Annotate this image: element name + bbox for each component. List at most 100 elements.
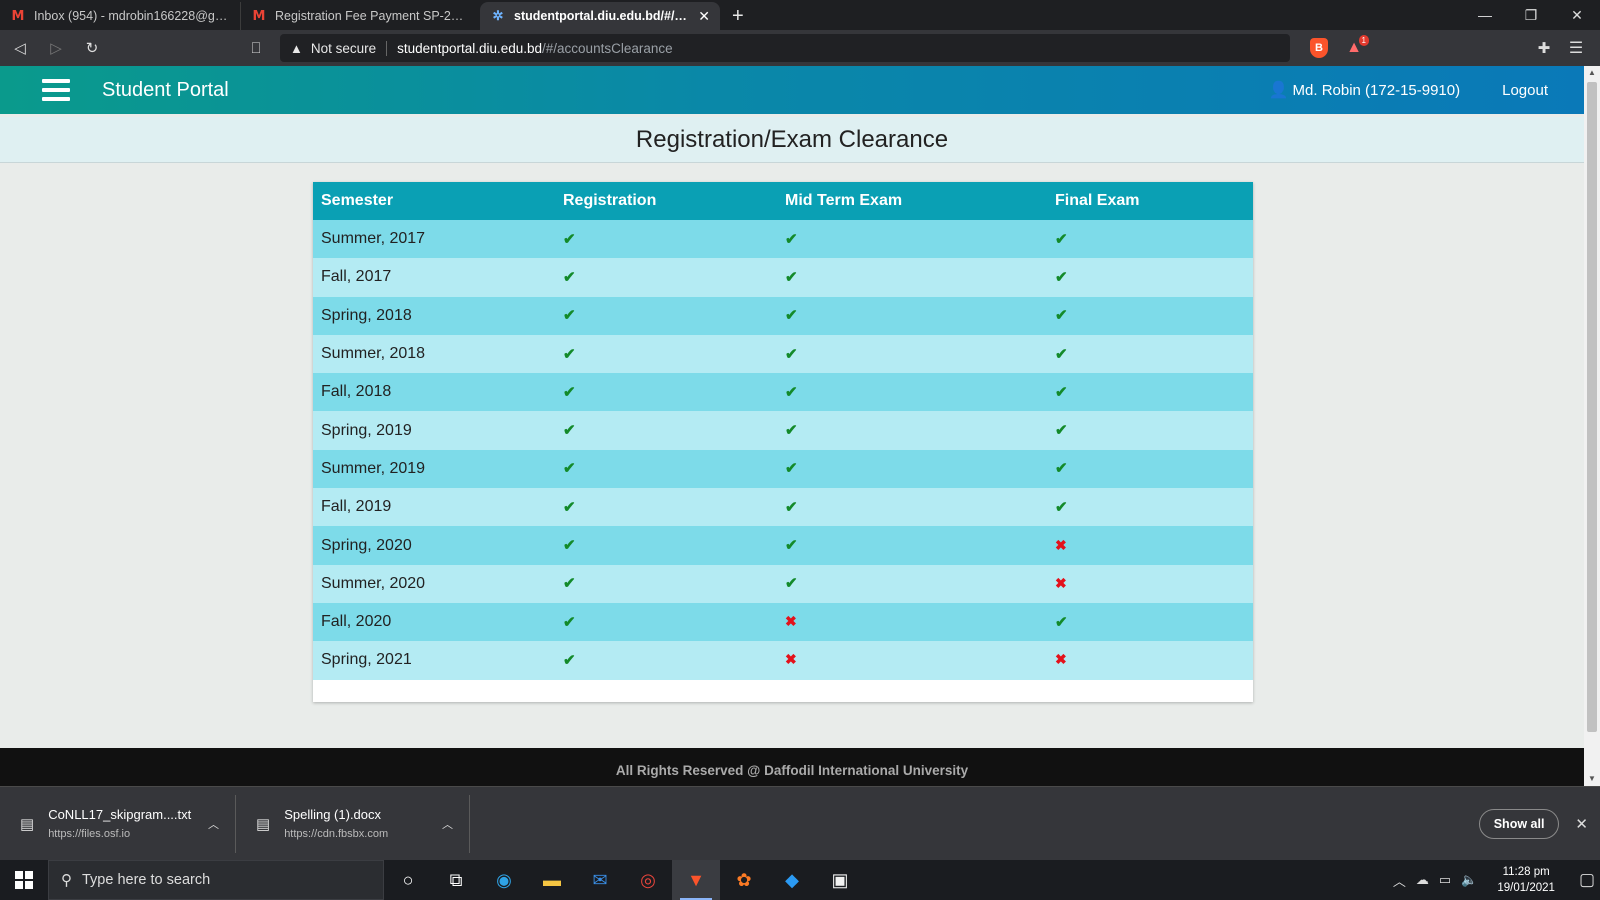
user-name: Md. Robin (172-15-9910) [1292, 81, 1461, 99]
semester-cell: Spring, 2021 [313, 641, 555, 680]
check-icon: ✔ [785, 307, 798, 325]
logout-link[interactable]: Logout [1502, 82, 1548, 99]
mail-icon[interactable]: ✉ [576, 860, 624, 900]
table-row: Spring, 2020 ✔ ✔ ✖ [313, 526, 1253, 565]
network-icon[interactable]: ▭ [1439, 872, 1451, 888]
chrome-icon[interactable]: ◎ [624, 860, 672, 900]
registration-status-cell: ✔ [555, 488, 777, 527]
notifications-icon[interactable]: ▢ [1579, 870, 1595, 890]
table-row: Summer, 2017 ✔ ✔ ✔ [313, 220, 1253, 259]
semester-cell: Fall, 2020 [313, 602, 555, 642]
browser-menu-icon[interactable]: ☰ [1560, 38, 1592, 58]
check-icon: ✔ [1055, 230, 1068, 248]
tab-title: Registration Fee Payment SP-2021 - rc [275, 9, 470, 23]
registration-status-cell: ✔ [555, 296, 777, 335]
cross-icon: ✖ [1055, 536, 1067, 553]
download-filename: Spelling (1).docx [284, 807, 382, 822]
chevron-up-icon[interactable]: ︿ [1393, 871, 1406, 890]
cortana-icon[interactable]: ○ [384, 860, 432, 900]
taskbar-search-box[interactable]: ⚲ Type here to search [48, 860, 384, 900]
new-tab-button[interactable]: + [732, 6, 744, 26]
not-secure-label[interactable]: Not secure [311, 40, 388, 56]
check-icon: ✔ [563, 345, 576, 363]
file-explorer-icon[interactable]: ▬ [528, 860, 576, 900]
final-status-cell: ✔ [1047, 449, 1253, 489]
table-row: Spring, 2019 ✔ ✔ ✔ [313, 411, 1253, 450]
chevron-up-icon[interactable]: ︿ [442, 816, 453, 832]
task-view-icon[interactable]: ⧉ [432, 860, 480, 900]
final-status-cell: ✔ [1047, 296, 1253, 335]
registration-status-cell: ✔ [555, 602, 777, 642]
address-bar[interactable]: ▲ Not secure studentportal.diu.edu.bd/#/… [280, 34, 1290, 62]
download-item[interactable]: ▤ Spelling (1).docx https://cdn.fbsbx.co… [236, 794, 470, 853]
windows-start-icon[interactable] [0, 860, 48, 900]
cross-icon: ✖ [785, 613, 797, 630]
brave-rewards-icon[interactable]: ▲ 1 [1344, 35, 1369, 58]
midterm-status-cell: ✖ [777, 602, 1047, 642]
registration-status-cell: ✔ [555, 373, 777, 412]
check-icon: ✔ [1055, 345, 1068, 363]
final-status-cell: ✖ [1047, 526, 1253, 565]
registration-status-cell: ✔ [555, 334, 777, 374]
user-menu[interactable]: 👤 Md. Robin (172-15-9910) [1269, 80, 1461, 100]
semester-cell: Summer, 2019 [313, 449, 555, 489]
forward-icon[interactable]: ▷ [40, 32, 72, 64]
download-bar: ▤ CoNLL17_skipgram....txt https://files.… [0, 786, 1600, 860]
semester-cell: Fall, 2018 [313, 373, 555, 412]
cross-icon: ✖ [785, 651, 797, 668]
page-title-bar: Registration/Exam Clearance [0, 117, 1584, 163]
table-row: Spring, 2018 ✔ ✔ ✔ [313, 296, 1253, 335]
xampp-icon[interactable]: ✿ [720, 860, 768, 900]
show-all-button[interactable]: Show all [1478, 808, 1560, 839]
volume-icon[interactable]: 🔈 [1461, 872, 1477, 888]
tab-gmail-registration-fee[interactable]: M Registration Fee Payment SP-2021 - rc [240, 2, 480, 30]
vscode-icon[interactable]: ◆ [768, 860, 816, 900]
close-download-bar-icon[interactable]: ✕ [1575, 815, 1588, 833]
scroll-down-icon[interactable]: ▼ [1584, 772, 1600, 786]
table-row: Fall, 2018 ✔ ✔ ✔ [313, 373, 1253, 412]
registration-status-cell: ✔ [555, 564, 777, 603]
download-source: https://cdn.fbsbx.com [284, 828, 389, 840]
scrollbar-thumb[interactable] [1587, 82, 1597, 732]
close-window-icon[interactable]: ✕ [1554, 0, 1600, 30]
restore-icon[interactable]: ❐ [1508, 0, 1554, 30]
check-icon: ✔ [785, 230, 798, 248]
download-item[interactable]: ▤ CoNLL17_skipgram....txt https://files.… [0, 794, 236, 853]
check-icon: ✔ [785, 498, 798, 516]
window-controls: — ❐ ✕ [1462, 0, 1600, 30]
edge-icon[interactable]: ◉ [480, 860, 528, 900]
hamburger-menu-icon[interactable] [42, 79, 70, 101]
table-body: Summer, 2017 ✔ ✔ ✔ Fall, 2017 ✔ ✔ ✔ Spring, 2018… [313, 220, 1253, 680]
search-icon: ⚲ [61, 872, 72, 889]
table-row: Fall, 2017 ✔ ✔ ✔ [313, 258, 1253, 297]
brave-shields-icon[interactable]: B [1310, 38, 1328, 58]
scroll-up-icon[interactable]: ▲ [1584, 66, 1600, 80]
check-icon: ✔ [563, 613, 576, 631]
clock[interactable]: 11:28 pm 19/01/2021 [1492, 864, 1560, 896]
minimize-icon[interactable]: — [1462, 0, 1508, 30]
semester-cell: Fall, 2017 [313, 258, 555, 297]
clearance-card: Semester Registration Mid Term Exam Fina… [313, 182, 1253, 702]
midterm-status-cell: ✖ [777, 641, 1047, 680]
extensions-icon[interactable]: ✚ [1528, 39, 1560, 57]
store-icon[interactable]: ▣ [816, 860, 864, 900]
back-icon[interactable]: ◁ [4, 32, 36, 64]
midterm-status-cell: ✔ [777, 411, 1047, 450]
midterm-status-cell: ✔ [777, 488, 1047, 527]
check-icon: ✔ [563, 268, 576, 286]
close-tab-icon[interactable]: ✕ [690, 8, 710, 25]
page-scrollbar[interactable]: ▲ ▼ [1584, 66, 1600, 786]
reload-icon[interactable]: ↻ [76, 32, 108, 64]
chevron-up-icon[interactable]: ︿ [208, 816, 219, 832]
tab-student-portal[interactable]: ✲ studentportal.diu.edu.bd/#/accou ✕ [480, 2, 720, 30]
bookmark-icon[interactable]: ⎕ [240, 32, 272, 64]
onedrive-icon[interactable]: ☁ [1416, 872, 1429, 888]
file-icon: ▤ [256, 815, 271, 833]
semester-cell: Fall, 2019 [313, 488, 555, 527]
semester-cell: Summer, 2020 [313, 564, 555, 603]
check-icon: ✔ [1055, 307, 1068, 325]
tab-gmail-inbox[interactable]: M Inbox (954) - mdrobin166228@gmail.c [0, 2, 240, 30]
semester-cell: Spring, 2020 [313, 526, 555, 565]
brave-browser-icon[interactable]: ▼ [672, 860, 720, 900]
brand-title[interactable]: Student Portal [102, 79, 229, 102]
